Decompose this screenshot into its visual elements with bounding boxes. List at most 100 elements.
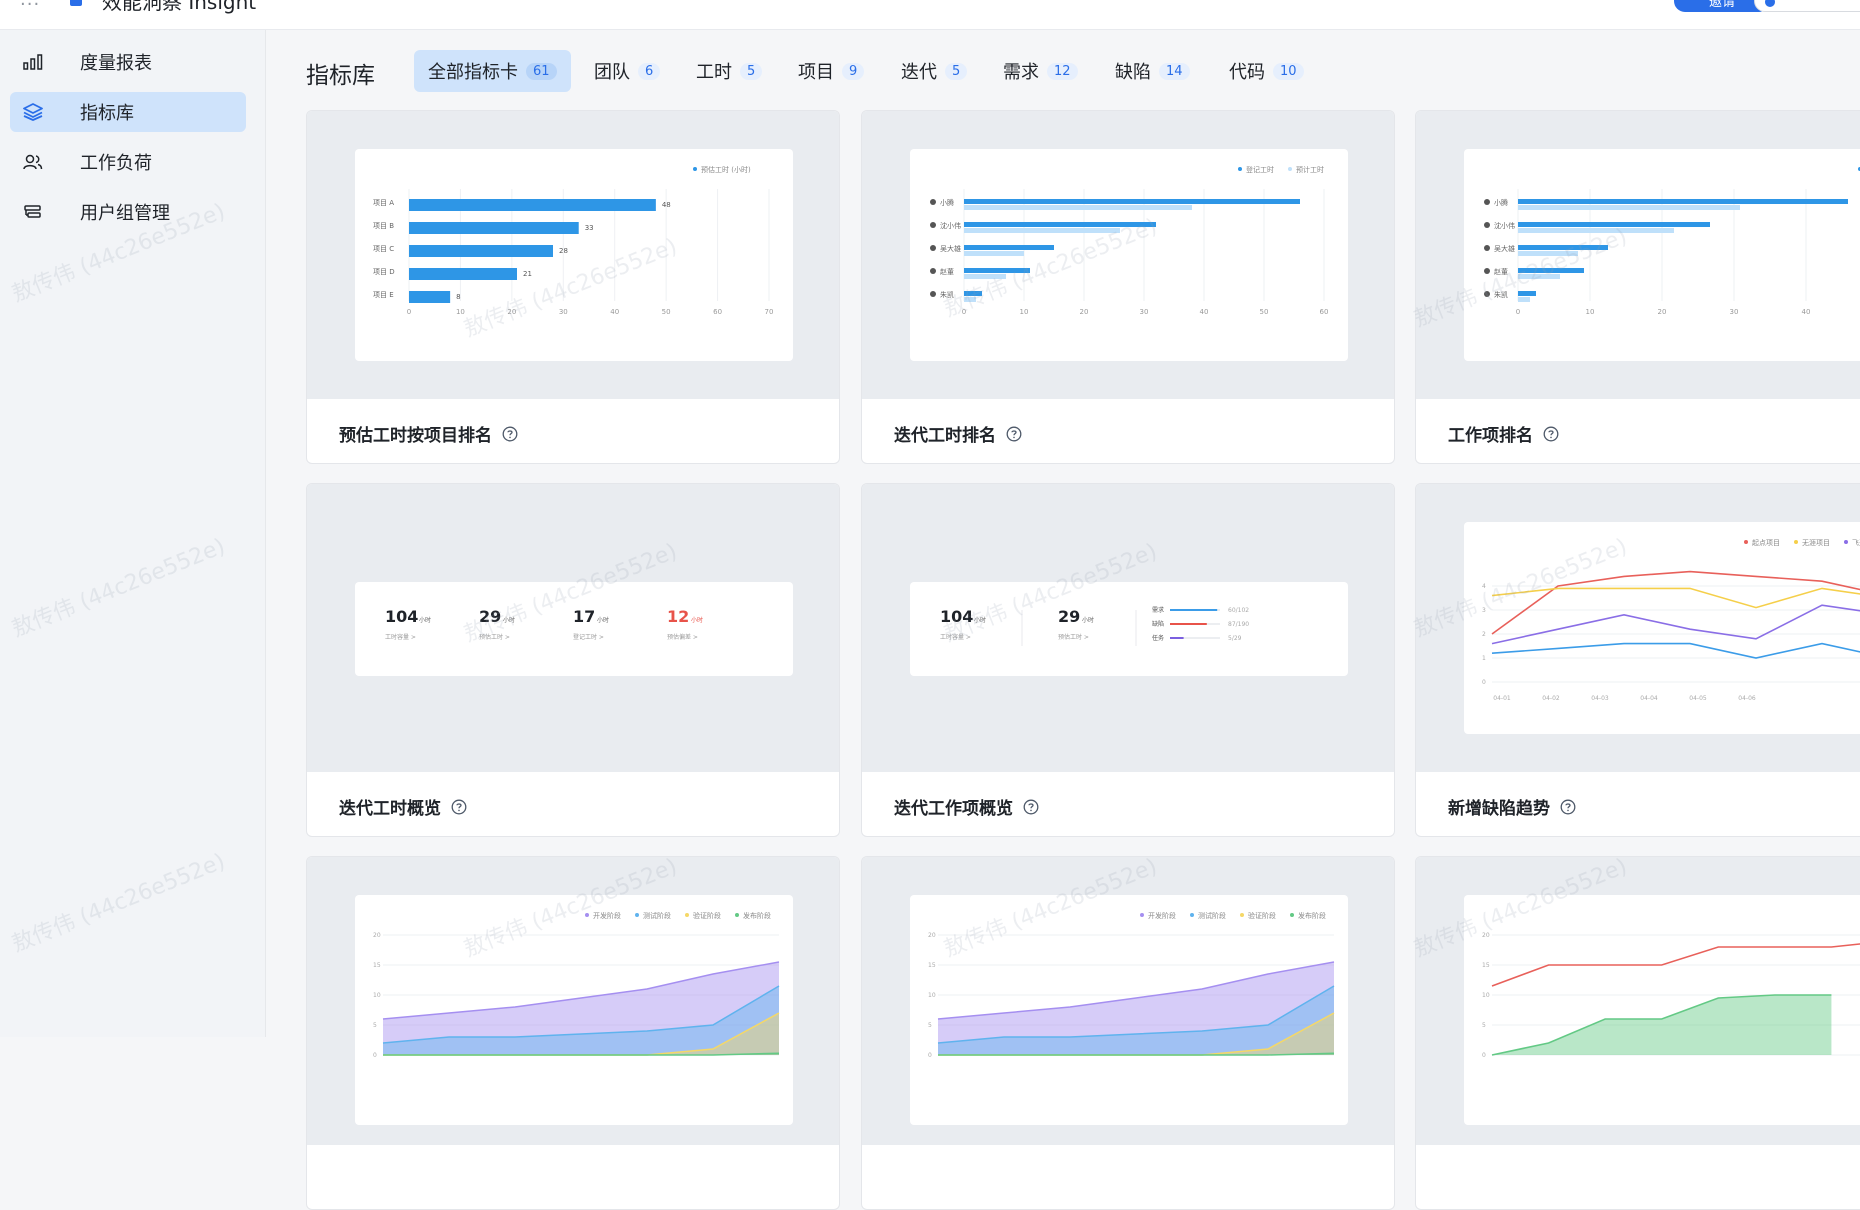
bar — [1518, 268, 1584, 273]
bar-chart-icon — [20, 54, 46, 70]
data-label: 21 — [523, 270, 532, 278]
chart-thumbnail: 104 小时 工时容量 >29 小时 预估工时 >17 小时 登记工时 >12 小时 预估偏差 … — [355, 582, 793, 676]
sidebar-item-workload[interactable]: 工作负荷 — [10, 142, 246, 182]
stat-label: 预估工时 > — [479, 633, 510, 641]
chart-thumbnail: 0 1 2 3 4 04-01 04-02 04-03 04-04 04-05 04-06 飞天项目 无… — [1464, 522, 1860, 734]
metric-card[interactable]: 104 小时 工时容量 >29 小时 预估工时 > 需求 60/102 缺陷 87/190 任务 5… — [861, 483, 1395, 837]
chart-svg: 104 小时工时容量 >29 小时预估工时 >17 小时登记工时 >12 小时预估偏差 … — [385, 607, 703, 641]
help-icon[interactable] — [1543, 426, 1559, 442]
tab-count: 5 — [740, 62, 763, 80]
bar — [1518, 199, 1848, 204]
metric-card[interactable]: 0 1 2 3 4 04-01 04-02 04-03 04-04 04-05 04-06 飞天项目 无… — [1415, 483, 1860, 837]
y-tick-label: 20 — [373, 932, 381, 939]
metric-card[interactable]: 0 5 10 15 20 发布阶段 验证阶段 测试阶段 开发阶段 — [861, 856, 1395, 1210]
x-tick-label: 60 — [713, 308, 722, 316]
category-label: 项目 D — [373, 268, 395, 276]
legend-label: 开发阶段 — [1148, 911, 1176, 920]
y-tick-label: 15 — [928, 962, 936, 969]
x-tick-label: 30 — [1140, 308, 1149, 316]
y-tick-label: 15 — [373, 962, 381, 969]
tab-defect[interactable]: 缺陷 14 — [1101, 50, 1204, 92]
y-tick-label: 2 — [1482, 631, 1486, 638]
y-tick-label: 3 — [1482, 607, 1486, 614]
stat-label: 登记工时 > — [573, 633, 604, 641]
sidebar-item-label: 工作负荷 — [80, 153, 152, 174]
x-tick-label: 0 — [962, 308, 966, 316]
chart-svg: 0 10 20 30 40 50 60 70 项目 A 48 项目 B 33 项目 C 28 项目 D 21 项… — [373, 165, 773, 316]
sidebar: 度量报表 指标库 工作负荷 用户组管理 — [0, 30, 266, 1037]
user-menu[interactable] — [1754, 0, 1860, 12]
bar — [964, 268, 1030, 273]
tab-label: 全部指标卡 — [428, 62, 518, 83]
metric-card[interactable]: 01020304050小腾沈小伟吴大雄赵董朱凯总量工作项排名 — [1415, 110, 1860, 464]
legend-marker — [1844, 540, 1848, 544]
stat-unit: 小时 — [1082, 616, 1094, 624]
bar — [1518, 274, 1560, 279]
bar — [409, 199, 656, 211]
y-tick-label: 10 — [928, 992, 936, 999]
y-tick-label: 15 — [1482, 962, 1490, 969]
help-icon[interactable] — [1006, 426, 1022, 442]
bar — [964, 199, 1300, 204]
chart-svg: 0 1 2 3 4 04-01 04-02 04-03 04-04 04-05 04-06 飞天项目 无… — [1482, 538, 1860, 702]
tab-team[interactable]: 团队 6 — [580, 50, 674, 92]
y-tick-label: 10 — [373, 992, 381, 999]
tab-all[interactable]: 全部指标卡 61 — [414, 50, 571, 92]
legend-label: 验证阶段 — [1248, 911, 1276, 920]
app-title: 效能洞察 Insight — [102, 0, 257, 14]
legend-label: 开发阶段 — [593, 911, 621, 920]
card-preview: 05101520全部 — [1416, 857, 1860, 1145]
tab-requirement[interactable]: 需求 12 — [989, 50, 1092, 92]
avatar-dot — [1484, 222, 1490, 228]
bar — [964, 274, 1006, 279]
tab-hours[interactable]: 工时 5 — [682, 50, 776, 92]
x-tick-label: 04-03 — [1591, 695, 1609, 702]
legend-marker — [1140, 913, 1144, 917]
chart-thumbnail: 01020304050小腾沈小伟吴大雄赵董朱凯总量 — [1464, 149, 1860, 361]
metric-card[interactable]: 0 10 20 30 40 50 60 70 项目 A 48 项目 B 33 项目 C 28 项目 D 21 项… — [306, 110, 840, 464]
x-tick-label: 04-02 — [1542, 695, 1560, 702]
sidebar-item-reports[interactable]: 度量报表 — [10, 42, 246, 82]
tab-count: 12 — [1047, 62, 1078, 80]
category-label: 项目 E — [373, 291, 394, 299]
y-tick-label: 20 — [928, 932, 936, 939]
tab-code[interactable]: 代码 10 — [1215, 50, 1318, 92]
avatar-dot — [930, 291, 936, 297]
stat-label: 工时容量 > — [385, 633, 416, 641]
y-tick-label: 0 — [928, 1052, 932, 1059]
legend-marker — [1744, 540, 1748, 544]
help-icon[interactable] — [1023, 799, 1039, 815]
x-tick-label: 04-01 — [1493, 695, 1511, 702]
help-icon[interactable] — [451, 799, 467, 815]
category-label: 小腾 — [1494, 198, 1508, 207]
metric-card[interactable]: 05101520全部 — [1415, 856, 1860, 1210]
metric-card[interactable]: 104 小时 工时容量 >29 小时 预估工时 >17 小时 登记工时 >12 小时 预估偏差 … — [306, 483, 840, 837]
x-tick-label: 10 — [1586, 308, 1595, 316]
help-icon[interactable] — [502, 426, 518, 442]
avatar-dot — [1484, 199, 1490, 205]
tab-count: 9 — [842, 62, 865, 80]
sidebar-item-metrics[interactable]: 指标库 — [10, 92, 246, 132]
chart-thumbnail: 0 5 10 15 20 发布阶段 验证阶段 测试阶段 开发阶段 — [910, 895, 1348, 1125]
legend-label: 起点项目 — [1752, 539, 1780, 547]
progress-fill — [1170, 623, 1207, 625]
help-icon[interactable] — [1560, 799, 1576, 815]
category-label: 吴大雄 — [1494, 244, 1515, 253]
bar — [1518, 297, 1530, 302]
tab-iteration[interactable]: 迭代 5 — [887, 50, 981, 92]
stat-unit: 小时 — [691, 616, 703, 624]
tab-label: 代码 — [1229, 62, 1265, 83]
category-label: 项目 C — [373, 245, 394, 253]
metric-card[interactable]: 0 5 10 15 20 发布阶段 验证阶段 测试阶段 开发阶段 — [306, 856, 840, 1210]
page-title: 指标库 — [306, 63, 375, 89]
bar — [964, 228, 1120, 233]
sidebar-item-groups[interactable]: 用户组管理 — [10, 192, 246, 232]
metric-card[interactable]: 0 10 20 30 40 50 60 小腾 沈小伟 吴大雄 赵董 朱凯 预计工时 登记工时 迭代工时排名 — [861, 110, 1395, 464]
bar — [964, 245, 1054, 250]
tab-count: 6 — [638, 62, 661, 80]
tab-project[interactable]: 项目 9 — [784, 50, 878, 92]
tab-label: 迭代 — [901, 62, 937, 83]
bar — [1518, 228, 1674, 233]
x-tick-label: 50 — [1260, 308, 1269, 316]
more-icon[interactable]: ··· — [20, 0, 40, 15]
